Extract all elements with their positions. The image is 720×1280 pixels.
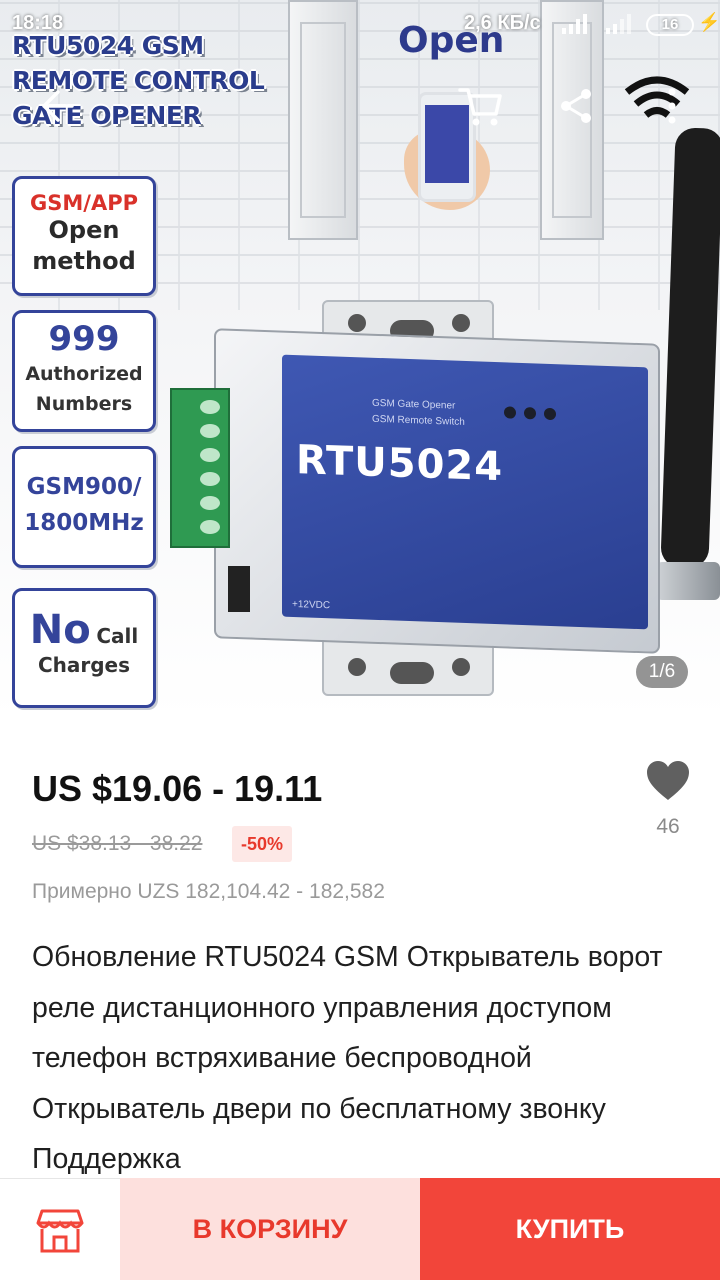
terminal-screw — [200, 520, 220, 534]
terminal-screw — [200, 496, 220, 510]
share-button[interactable] — [548, 78, 604, 134]
cart-button[interactable] — [452, 78, 508, 134]
terminal-screw — [200, 472, 220, 486]
mount-slot — [390, 662, 434, 684]
battery-icon: 16 — [646, 14, 694, 36]
device-led — [504, 406, 516, 419]
more-vertical-icon — [668, 88, 676, 124]
product-image-gallery[interactable]: RTU5024 GSM REMOTE CONTROL GATE OPENER O… — [0, 0, 720, 720]
charging-icon: ⚡ — [698, 12, 720, 32]
signal-icon — [606, 14, 631, 34]
feature-frequency: GSM900/ 1800MHz — [12, 446, 156, 568]
signal-icon — [562, 14, 587, 34]
terminal-screw — [200, 400, 220, 414]
device-led — [524, 407, 536, 420]
device-small-text: GSM Remote Switch — [372, 413, 465, 428]
device-small-text: +12VDC — [292, 598, 331, 612]
terminal-screw — [200, 448, 220, 462]
store-icon — [36, 1209, 84, 1252]
terminal-block — [170, 388, 230, 548]
feature-line: Numbers — [35, 393, 133, 415]
feature-line: GSM900/ — [26, 474, 142, 500]
wishlist-count: 46 — [656, 815, 680, 838]
image-page-indicator: 1/6 — [636, 656, 688, 688]
mount-hole — [452, 658, 470, 676]
buy-now-button[interactable]: КУПИТЬ — [420, 1178, 720, 1280]
status-bar: 18:18 2,6 КБ/с 16 ⚡ — [0, 0, 720, 50]
terminal-screw — [200, 424, 220, 438]
feature-line: 999 — [48, 319, 120, 359]
device-small-text: GSM Gate Opener — [372, 397, 456, 412]
original-price: US $38.13 - 38.22 — [32, 832, 203, 855]
feature-line: No Call — [15, 607, 153, 653]
feature-authorized-numbers: 999 Authorized Numbers — [12, 310, 156, 432]
discount-badge: -50% — [232, 826, 292, 862]
arrow-left-icon — [42, 90, 74, 122]
status-time: 18:18 — [12, 12, 64, 34]
mount-hole — [348, 314, 366, 332]
power-port — [228, 566, 250, 612]
mount-hole — [348, 658, 366, 676]
share-icon — [561, 89, 591, 123]
add-to-cart-button[interactable]: В КОРЗИНУ — [120, 1178, 420, 1280]
heart-icon — [647, 761, 689, 800]
shopping-cart-icon — [458, 88, 502, 126]
bottom-action-bar: В КОРЗИНУ КУПИТЬ — [0, 1178, 720, 1280]
feature-line: GSM/APP — [30, 191, 138, 215]
feature-call: Call — [96, 624, 139, 648]
feature-line: Charges — [37, 653, 131, 677]
approx-local-price: Примерно UZS 182,104.42 - 182,582 — [32, 880, 385, 903]
wishlist-button[interactable]: 46 — [640, 760, 696, 850]
product-title: Обновление RTU5024 GSM Открыватель ворот… — [32, 941, 663, 1175]
feature-line: Open — [48, 216, 120, 244]
mount-hole — [452, 314, 470, 332]
product-price: US $19.06 - 19.11 — [32, 768, 323, 809]
store-button[interactable] — [0, 1178, 120, 1280]
device-body: GSM Gate Opener GSM Remote Switch +12VDC… — [214, 328, 660, 654]
more-options-button[interactable] — [644, 78, 700, 134]
antenna-connector — [656, 562, 720, 600]
network-speed: 2,6 КБ/с — [464, 12, 541, 34]
feature-line: Authorized — [25, 363, 143, 385]
back-button[interactable] — [28, 78, 84, 134]
device-led — [544, 407, 556, 421]
feature-line: 1800MHz — [24, 510, 144, 536]
feature-no: No — [29, 607, 91, 653]
device-label-panel: GSM Gate Opener GSM Remote Switch +12VDC — [282, 354, 648, 630]
feature-open-method: GSM/APP Open method — [12, 176, 156, 296]
feature-line: method — [32, 247, 136, 275]
feature-no-call-charges: No Call Charges — [12, 588, 156, 708]
device-model-text: RTU5024 — [296, 437, 504, 491]
